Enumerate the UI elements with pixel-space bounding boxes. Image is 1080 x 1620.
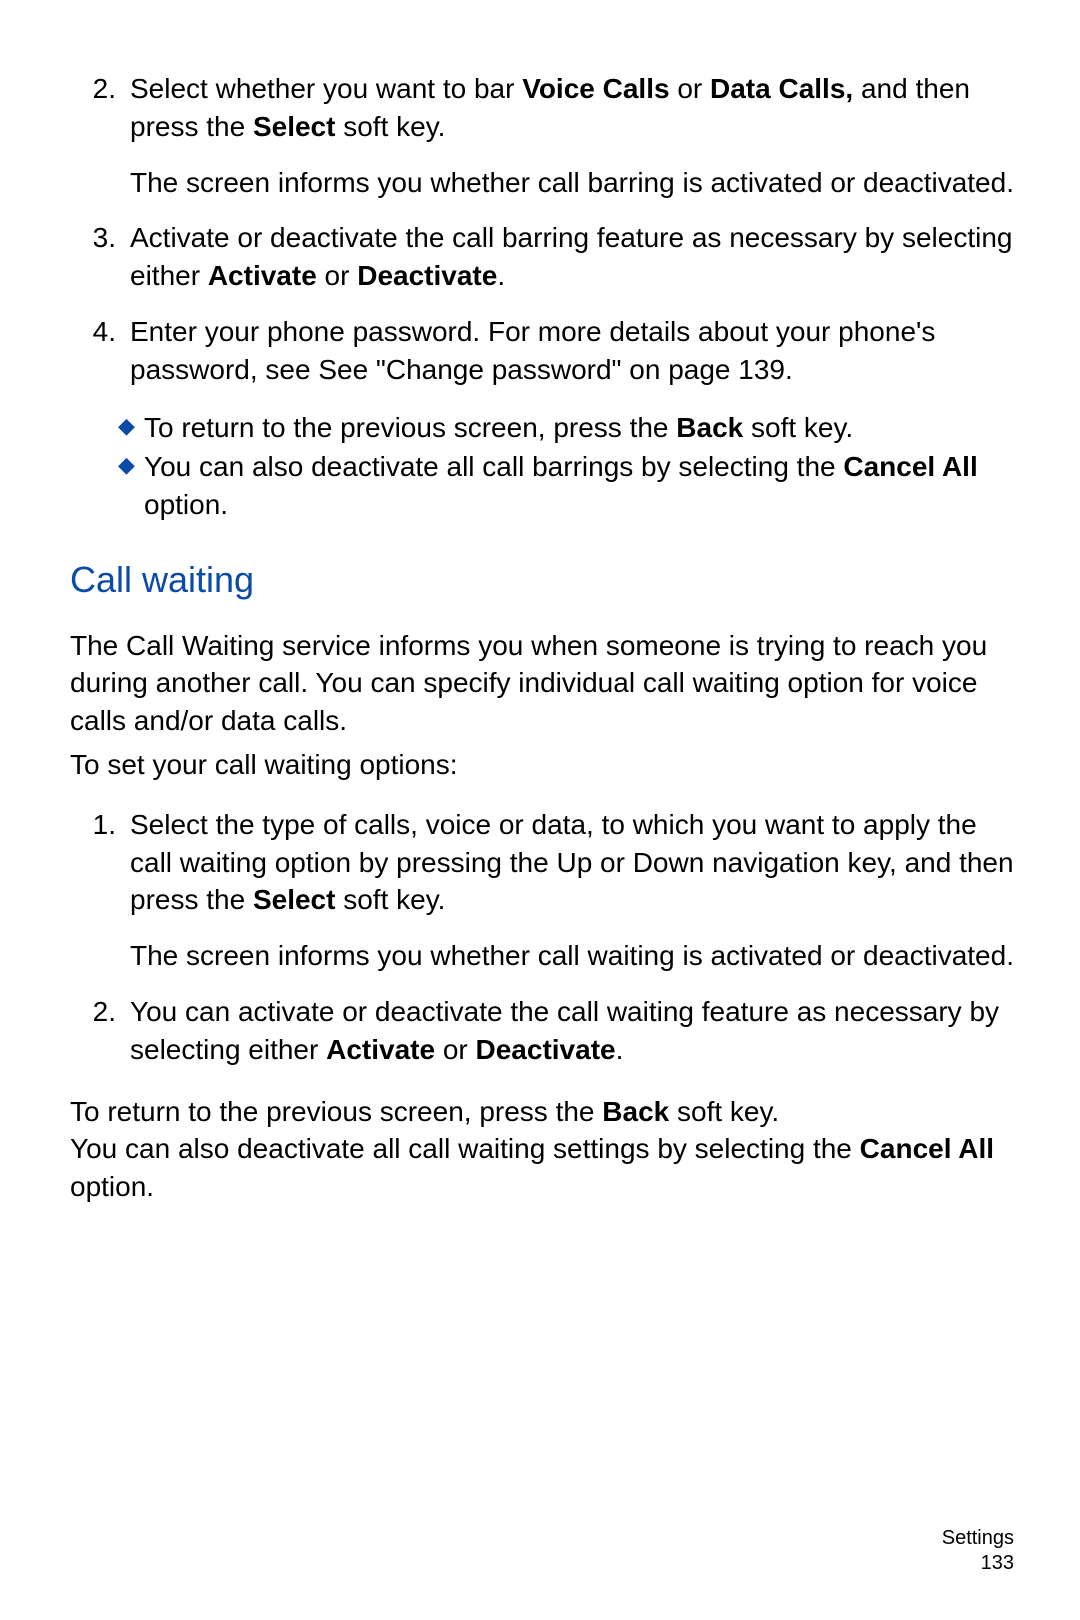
- list-item: 1.Select the type of calls, voice or dat…: [70, 806, 1020, 975]
- diamond-icon: ◆: [118, 448, 144, 524]
- list-item: 4.Enter your phone password. For more de…: [70, 313, 1020, 389]
- list-sub-paragraph: The screen informs you whether call barr…: [130, 164, 1020, 202]
- emphasis: Voice Calls: [522, 73, 669, 104]
- diamond-icon: ◆: [118, 409, 144, 447]
- list-number: 1.: [70, 806, 130, 975]
- call-waiting-closing: To return to the previous screen, press …: [70, 1093, 1020, 1206]
- emphasis: Cancel All: [843, 451, 977, 482]
- list-text: Select the type of calls, voice or data,…: [130, 806, 1020, 975]
- list-text: Enter your phone password. For more deta…: [130, 313, 1020, 389]
- emphasis: Deactivate: [357, 260, 497, 291]
- list-text: You can activate or deactivate the call …: [130, 993, 1020, 1069]
- footer-page-number: 133: [942, 1551, 1014, 1576]
- emphasis: Activate: [208, 260, 317, 291]
- list-text: Select whether you want to bar Voice Cal…: [130, 70, 1020, 201]
- note-item: ◆You can also deactivate all call barrin…: [70, 448, 1020, 524]
- emphasis: Cancel All: [860, 1133, 994, 1164]
- call-barring-steps: 2.Select whether you want to bar Voice C…: [70, 70, 1020, 389]
- emphasis: Select: [253, 884, 336, 915]
- page-footer: Settings 133: [942, 1526, 1014, 1576]
- call-waiting-intro-2: To set your call waiting options:: [70, 746, 1020, 784]
- closing-line-1: To return to the previous screen, press …: [70, 1093, 1020, 1131]
- emphasis: Data Calls,: [710, 73, 853, 104]
- call-waiting-steps: 1.Select the type of calls, voice or dat…: [70, 806, 1020, 1069]
- emphasis: Back: [676, 412, 743, 443]
- emphasis: Back: [602, 1096, 669, 1127]
- list-number: 2.: [70, 70, 130, 201]
- list-item: 3.Activate or deactivate the call barrin…: [70, 219, 1020, 295]
- call-waiting-intro: The Call Waiting service informs you whe…: [70, 627, 1020, 740]
- section-heading-call-waiting: Call waiting: [70, 556, 1020, 605]
- closing-line-2: You can also deactivate all call waiting…: [70, 1130, 1020, 1206]
- list-item: 2.You can activate or deactivate the cal…: [70, 993, 1020, 1069]
- list-number: 4.: [70, 313, 130, 389]
- note-item: ◆To return to the previous screen, press…: [70, 409, 1020, 447]
- list-sub-paragraph: The screen informs you whether call wait…: [130, 937, 1020, 975]
- list-text: Activate or deactivate the call barring …: [130, 219, 1020, 295]
- emphasis: Deactivate: [476, 1034, 616, 1065]
- emphasis: Activate: [326, 1034, 435, 1065]
- manual-page: 2.Select whether you want to bar Voice C…: [0, 0, 1080, 1620]
- footer-section-label: Settings: [942, 1526, 1014, 1551]
- list-number: 2.: [70, 993, 130, 1069]
- note-text: You can also deactivate all call barring…: [144, 448, 1020, 524]
- list-number: 3.: [70, 219, 130, 295]
- list-item: 2.Select whether you want to bar Voice C…: [70, 70, 1020, 201]
- call-barring-notes: ◆To return to the previous screen, press…: [70, 409, 1020, 524]
- emphasis: Select: [253, 111, 336, 142]
- note-text: To return to the previous screen, press …: [144, 409, 1020, 447]
